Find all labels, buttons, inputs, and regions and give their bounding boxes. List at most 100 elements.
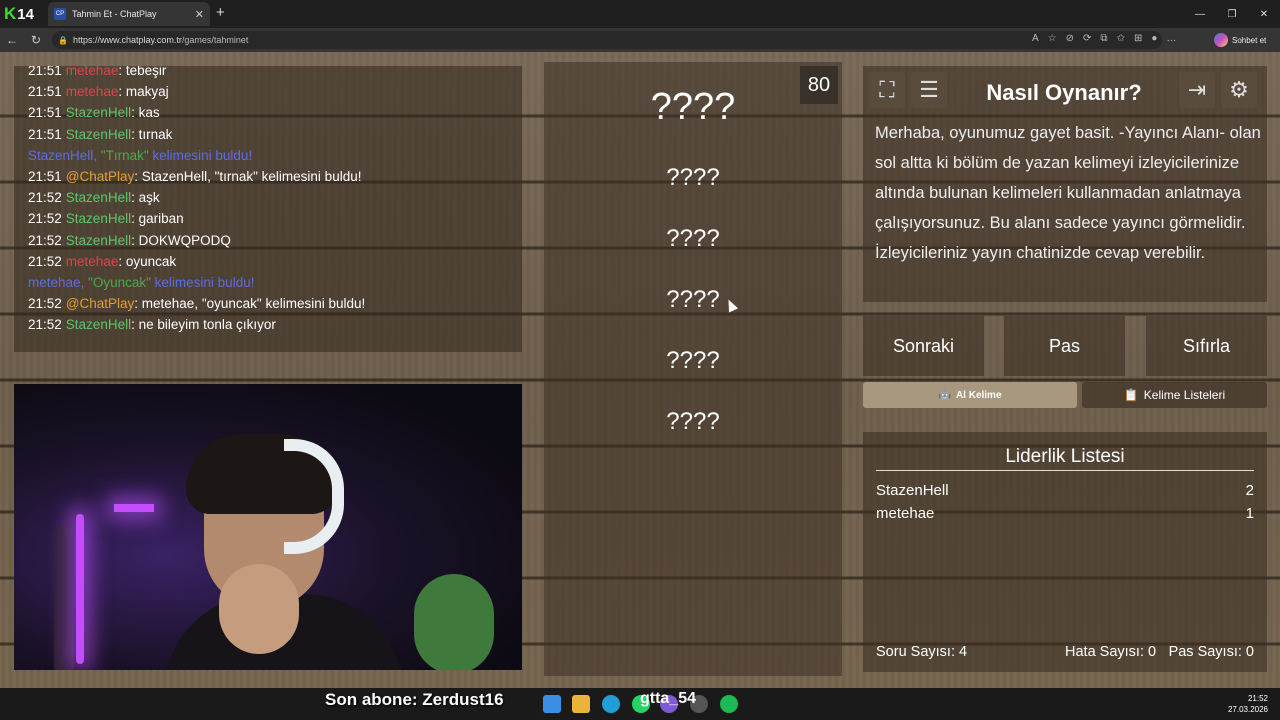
copilot-button[interactable]: Sohbet et [1214,33,1266,47]
message-text: : StazenHell, "tırnak" kelimesini buldu! [134,168,362,184]
message-user[interactable]: StazenHell [66,317,131,332]
copilot-label: Sohbet et [1232,35,1267,45]
chat-message: 21:52 metehae: oyuncak [28,251,365,272]
chat-message: 21:51 StazenHell: kas [28,102,365,123]
system-user: metehae, [28,274,89,290]
message-text: : makyaj [118,84,169,100]
url-field[interactable]: 🔒 https://www.chatplay.com.tr/games/tahm… [52,31,1162,49]
browser-tab[interactable]: CP Tahmin Et - ChatPlay ✕ [48,2,210,26]
profile-icon[interactable]: ● [1151,33,1157,44]
new-tab-icon[interactable]: + [216,4,225,21]
back-icon[interactable]: ← [0,33,24,47]
chat-panel: 21:51 metehae: tebeşir 21:51 metehae: makya… [14,66,522,352]
game-page: 21:51 metehae: tebeşir 21:51 metehae: makya… [0,52,1280,688]
fullscreen-icon[interactable]: ⛶ [869,72,905,108]
url-path: /games/tahminet [181,35,249,45]
message-user[interactable]: metehae [66,254,119,269]
guitar [54,524,74,670]
system-message: metehae, "Oyuncak" kelimesini buldu! [28,272,365,293]
favorites-icon[interactable]: ✩ [1117,33,1125,44]
lock-icon: 🔒 [58,35,68,45]
message-time: 21:51 [28,168,62,184]
message-user[interactable]: StazenHell [66,211,131,226]
extension-icon[interactable]: ⊘ [1066,33,1074,44]
refresh-tab-icon[interactable]: ⟳ [1083,33,1091,44]
next-button[interactable]: Sonraki [863,316,984,376]
taskbar: Son abone: Zerdust16 gtta_54 21:52 27.03… [0,688,1280,720]
reset-button[interactable]: Sıfırla [1146,316,1267,376]
chat-message: 21:51 @ChatPlay: StazenHell, "tırnak" kel… [28,166,365,187]
found-word: "Tırnak" [100,147,149,163]
split-screen-icon[interactable]: ⧉ [1100,33,1107,44]
message-time: 21:51 [28,126,62,142]
leaderboard-title: Liderlik Listesi [1005,446,1125,467]
document-icon[interactable]: ☰ [911,72,947,108]
overlay-username: gtta_54 [640,690,697,707]
address-bar: ← ↻ 🔒 https://www.chatplay.com.tr/games/… [0,28,1280,52]
main-word: ???? [650,86,736,128]
gear-icon[interactable]: ⚙ [1221,72,1257,108]
exit-icon[interactable]: ⇥ [1179,72,1215,108]
message-text: : DOKWQPODQ [131,232,231,248]
plush-toy [414,574,494,670]
chat-message: 21:51 StazenHell: tırnak [28,124,365,145]
message-user[interactable]: StazenHell [66,190,131,205]
brand-logo: K 14 [4,4,34,23]
message-time: 21:52 [28,232,62,248]
copilot-icon [1214,33,1228,47]
restore-icon[interactable]: ❐ [1216,0,1248,28]
last-subscriber: Son abone: Zerdust16 [325,690,504,709]
pass-count: Pas Sayısı: 0 [1168,644,1254,660]
webcam-feed [14,384,522,670]
pass-button[interactable]: Pas [1004,316,1125,376]
list-icon: 📋 [1123,388,1139,402]
more-icon[interactable]: … [1166,33,1176,44]
message-text: : gariban [131,211,184,227]
clock-date: 27.03.2026 [1227,705,1268,714]
read-aloud-icon[interactable]: A [1032,33,1039,44]
close-window-icon[interactable]: ✕ [1248,0,1280,28]
favorite-star-icon[interactable]: ☆ [1048,33,1057,44]
system-text: kelimesini buldu! [150,274,255,290]
collections-icon[interactable]: ⊞ [1134,33,1142,44]
edge-icon[interactable] [602,695,620,713]
spotify-icon[interactable] [720,695,738,713]
neon-light [76,514,84,664]
message-user[interactable]: metehae [66,66,119,78]
chat-message: 21:52 StazenHell: aşk [28,187,365,208]
player-name: StazenHell [876,482,949,499]
message-user[interactable]: StazenHell [66,105,131,120]
chat-message: 21:52 @ChatPlay: metehae, "oyuncak" kelim… [28,293,365,314]
url-host: https://www.chatplay.com.tr [72,35,182,45]
brand-number: 14 [17,5,34,23]
get-word-button[interactable]: 🤖 Al Kelime [863,382,1077,408]
file-explorer-icon[interactable] [572,695,590,713]
message-time: 21:52 [28,253,62,269]
browser-tabbar: K 14 CP Tahmin Et - ChatPlay ✕ + — ❐ ✕ [0,0,1280,28]
message-user[interactable]: @ChatPlay [66,169,134,184]
chat-message: 21:52 StazenHell: gariban [28,208,365,229]
how-to-play-text: Merhaba, oyunumuz gayet basit. -Yayıncı … [875,124,1261,262]
system-user: StazenHell, [28,147,101,163]
player-score: 1 [1245,505,1254,522]
close-tab-icon[interactable]: ✕ [195,8,204,21]
question-count: Soru Sayısı: 4 [876,644,968,660]
address-icons: A ☆ ⊘ ⟳ ⧉ ✩ ⊞ ● … [1032,33,1176,44]
message-user[interactable]: metehae [66,84,119,99]
windows-start-icon[interactable] [543,695,561,713]
message-time: 21:52 [28,190,62,206]
tab-title: Tahmin Et - ChatPlay [72,9,157,19]
system-text: kelimesini buldu! [148,147,253,163]
message-user[interactable]: StazenHell [66,127,131,142]
message-time: 21:51 [28,84,62,100]
message-text: : tırnak [131,126,173,142]
system-message: StazenHell, "Tırnak" kelimesini buldu! [28,145,365,166]
word-lists-button[interactable]: 📋 Kelime Listeleri [1082,382,1267,408]
message-text: : ne bileyim tonla çıkıyor [131,317,276,333]
message-user[interactable]: StazenHell [66,233,131,248]
forbidden-word: ???? [666,286,720,313]
message-text: : kas [131,105,160,121]
minimize-icon[interactable]: — [1184,0,1216,28]
message-user[interactable]: @ChatPlay [66,296,134,311]
reload-icon[interactable]: ↻ [24,33,48,47]
